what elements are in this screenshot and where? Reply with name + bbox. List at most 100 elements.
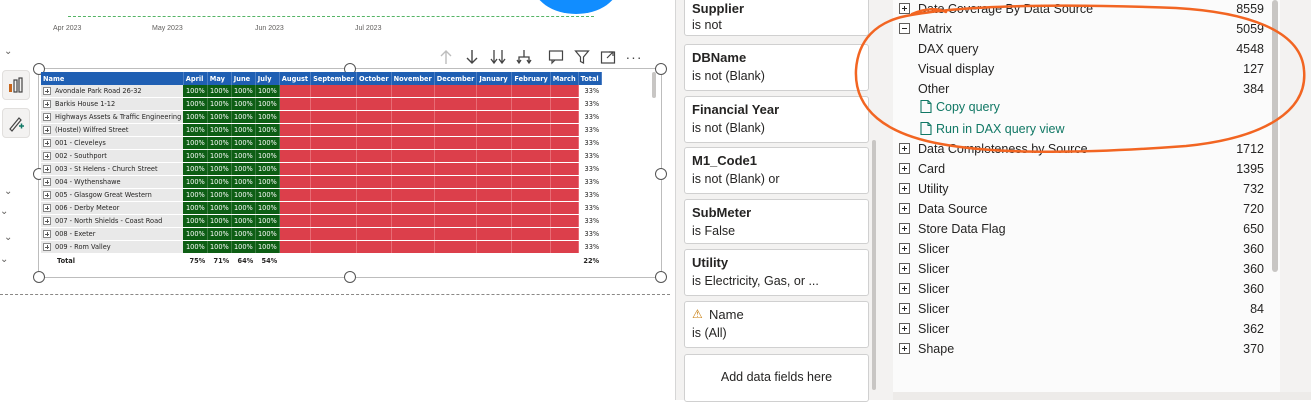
column-header[interactable]: Name	[41, 72, 184, 85]
filters-scrollbar[interactable]	[872, 140, 876, 390]
column-header[interactable]: March	[550, 72, 579, 85]
expand-icon[interactable]	[899, 183, 910, 194]
value-cell: 100%	[231, 110, 256, 124]
chevron-down-icon[interactable]: ⌄	[0, 206, 8, 217]
value-cell: 100%	[207, 123, 232, 137]
filter-card[interactable]: ⚠ Name is (All)	[684, 301, 869, 348]
column-header[interactable]: October	[356, 72, 392, 85]
value-cell: 100%	[231, 201, 256, 215]
expand-row-icon[interactable]	[43, 243, 51, 251]
performance-row[interactable]: Slicer 360	[893, 260, 1280, 280]
matrix-scrollbar[interactable]	[652, 72, 656, 98]
column-header[interactable]: Total	[578, 72, 602, 85]
donut-visual[interactable]	[533, 0, 619, 14]
expand-row-icon[interactable]	[43, 217, 51, 225]
add-data-fields-well[interactable]: Add data fields here	[684, 354, 869, 402]
performance-row[interactable]: Card 1395	[893, 160, 1280, 180]
more-options-icon[interactable]: ···	[624, 47, 644, 67]
empty-cell	[310, 149, 357, 163]
empty-cell	[279, 162, 312, 176]
filter-card[interactable]: DBName is not (Blank)	[684, 44, 869, 91]
horizontal-scrollbar[interactable]	[893, 392, 1311, 400]
report-view-icon[interactable]	[2, 70, 30, 100]
row-name: 004 - Wythenshawe	[41, 175, 184, 189]
row-name: 003 - St Helens - Church Street	[41, 162, 184, 176]
performance-row[interactable]: Data Source 720	[893, 200, 1280, 220]
expand-icon[interactable]	[899, 303, 910, 314]
column-header[interactable]: April	[183, 72, 208, 85]
expand-row-icon[interactable]	[43, 165, 51, 173]
expand-row-icon[interactable]	[43, 230, 51, 238]
value-cell: 100%	[231, 214, 256, 228]
resize-handle[interactable]	[344, 271, 356, 283]
expand-icon[interactable]	[899, 283, 910, 294]
row-label: Barkis House 1-12	[55, 100, 116, 108]
column-header[interactable]: August	[279, 72, 312, 85]
chevron-down-icon[interactable]: ⌄	[4, 186, 12, 197]
resize-handle[interactable]	[33, 271, 45, 283]
performance-row[interactable]: Utility 732	[893, 180, 1280, 200]
empty-cell	[476, 149, 513, 163]
filter-icon[interactable]	[572, 47, 592, 67]
expand-hierarchy-icon[interactable]	[514, 47, 534, 67]
expand-icon[interactable]	[899, 343, 910, 354]
table-row: 006 - Derby Meteor 100% 100% 100% 100% 33%	[41, 201, 602, 215]
chevron-down-icon[interactable]: ⌄	[4, 46, 12, 57]
expand-row-icon[interactable]	[43, 139, 51, 147]
drill-up-icon[interactable]	[436, 47, 456, 67]
resize-handle[interactable]	[655, 168, 667, 180]
expand-icon[interactable]	[899, 203, 910, 214]
filter-card[interactable]: SubMeter is False	[684, 199, 869, 244]
filter-card[interactable]: Utility is Electricity, Gas, or ...	[684, 249, 869, 296]
column-header[interactable]: May	[207, 72, 232, 85]
performance-row[interactable]: Slicer 360	[893, 280, 1280, 300]
performance-row[interactable]: Slicer 84	[893, 300, 1280, 320]
expand-row-icon[interactable]	[43, 191, 51, 199]
column-header[interactable]: July	[255, 72, 280, 85]
filter-card[interactable]: Supplier is not	[684, 0, 869, 36]
performance-row[interactable]: Slicer 360	[893, 240, 1280, 260]
empty-cell	[356, 149, 392, 163]
expand-icon[interactable]	[899, 263, 910, 274]
column-header[interactable]: February	[511, 72, 551, 85]
column-header[interactable]: June	[231, 72, 256, 85]
expand-icon[interactable]	[899, 323, 910, 334]
filter-condition: is not (Blank)	[692, 69, 765, 83]
value-cell: 100%	[231, 97, 256, 111]
expand-row-icon[interactable]	[43, 178, 51, 186]
column-header[interactable]: November	[391, 72, 435, 85]
row-label: (Hostel) Wilfred Street	[55, 126, 129, 134]
empty-cell	[391, 175, 435, 189]
expand-row-icon[interactable]	[43, 100, 51, 108]
format-visual-icon[interactable]	[2, 108, 30, 138]
empty-cell	[310, 214, 357, 228]
expand-row-icon[interactable]	[43, 113, 51, 121]
expand-row-icon[interactable]	[43, 87, 51, 95]
performance-row[interactable]: Shape 370	[893, 340, 1280, 360]
expand-all-icon[interactable]	[488, 47, 508, 67]
column-header[interactable]: January	[476, 72, 513, 85]
expand-row-icon[interactable]	[43, 126, 51, 134]
row-label: 005 - Glasgow Great Western	[55, 191, 152, 199]
expand-icon[interactable]	[899, 243, 910, 254]
filter-card[interactable]: M1_Code1 is not (Blank) or	[684, 147, 869, 194]
expand-icon[interactable]	[899, 223, 910, 234]
performance-row[interactable]: Slicer 362	[893, 320, 1280, 340]
resize-handle[interactable]	[655, 63, 667, 75]
expand-icon[interactable]	[899, 163, 910, 174]
visual-name: Store Data Flag	[918, 222, 1006, 236]
expand-row-icon[interactable]	[43, 152, 51, 160]
column-header[interactable]: September	[310, 72, 357, 85]
visual-name: Slicer	[918, 282, 950, 296]
filter-card[interactable]: Financial Year is not (Blank)	[684, 96, 869, 143]
chevron-down-icon[interactable]: ⌄	[0, 254, 8, 265]
comment-icon[interactable]	[546, 47, 566, 67]
focus-mode-icon[interactable]	[598, 47, 618, 67]
chevron-down-icon[interactable]: ⌄	[4, 232, 12, 243]
drill-down-icon[interactable]	[462, 47, 482, 67]
column-header[interactable]: December	[434, 72, 478, 85]
expand-row-icon[interactable]	[43, 204, 51, 212]
resize-handle[interactable]	[655, 271, 667, 283]
performance-row[interactable]: Store Data Flag 650	[893, 220, 1280, 240]
row-name: Highways Assets & Traffic Engineering	[41, 110, 184, 124]
